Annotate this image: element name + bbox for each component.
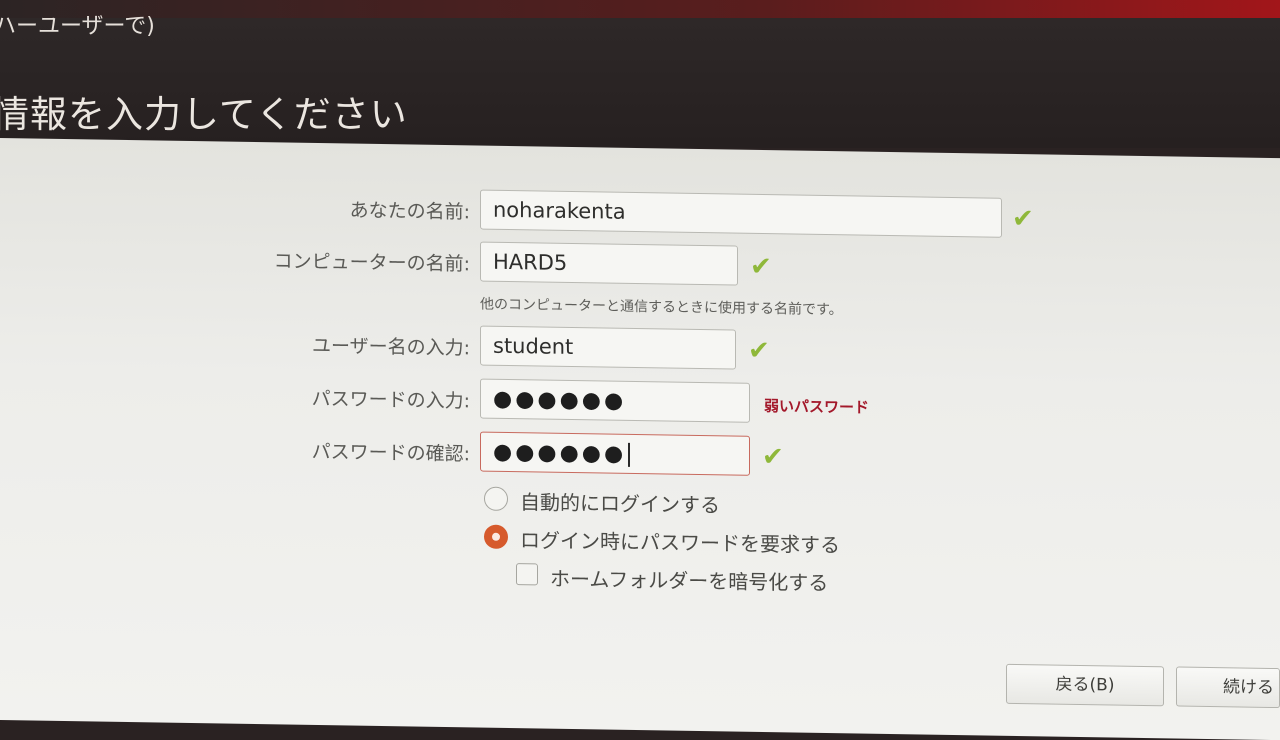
auto-login-radio[interactable] — [484, 486, 508, 511]
password-value: ●●●●●● — [493, 386, 627, 414]
computer-name-value: HARD5 — [493, 249, 568, 275]
name-input[interactable]: noharakenta — [480, 189, 1002, 238]
username-check-icon: ✔ — [748, 335, 770, 367]
computer-name-label: コンピューターの名前: — [273, 250, 470, 276]
password-label: パスワードの入力: — [311, 387, 470, 413]
back-button[interactable]: 戻る(B) — [1006, 663, 1164, 707]
installer-header: ハーユーザーで) 情報を入力してください — [0, 14, 1280, 148]
confirm-password-value: ●●●●●● — [493, 439, 627, 467]
name-input-value: noharakenta — [493, 197, 626, 224]
password-input[interactable]: ●●●●●● — [480, 378, 750, 423]
window-title: ハーユーザーで) — [0, 14, 155, 39]
require-password-label[interactable]: ログイン時にパスワードを要求する — [520, 524, 840, 558]
username-input[interactable]: student — [480, 325, 736, 370]
require-password-radio[interactable] — [484, 524, 508, 549]
page-title: 情報を入力してください — [0, 93, 408, 136]
confirm-password-label: パスワードの確認: — [311, 440, 470, 466]
computer-name-input[interactable]: HARD5 — [480, 241, 738, 286]
confirm-password-input[interactable]: ●●●●●● — [480, 431, 750, 476]
user-info-form: あなたの名前: noharakenta ✔ コンピューターの名前: HARD5 … — [0, 138, 1280, 740]
encrypt-home-checkbox[interactable] — [516, 563, 538, 586]
confirm-password-check-icon: ✔ — [762, 441, 784, 473]
name-check-icon: ✔ — [1012, 203, 1034, 235]
continue-button[interactable]: 続ける — [1176, 666, 1280, 709]
text-caret — [628, 442, 630, 467]
auto-login-label[interactable]: 自動的にログインする — [520, 486, 720, 518]
computer-name-hint: 他のコンピューターと通信するときに使用する名前です。 — [480, 296, 843, 319]
name-label: あなたの名前: — [349, 199, 470, 224]
computer-name-check-icon: ✔ — [750, 251, 772, 283]
password-strength-label: 弱いパスワード — [764, 397, 870, 417]
encrypt-home-label[interactable]: ホームフォルダーを暗号化する — [550, 563, 828, 596]
username-label: ユーザー名の入力: — [311, 334, 470, 360]
username-value: student — [493, 333, 574, 360]
